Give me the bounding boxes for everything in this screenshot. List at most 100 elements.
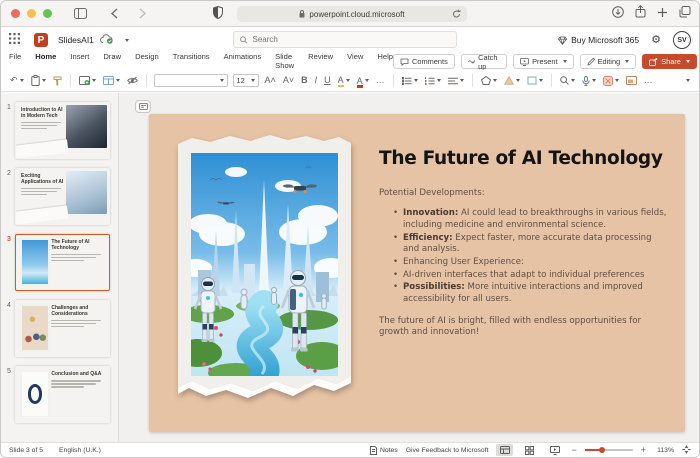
ribbon-overflow-button[interactable]: … xyxy=(643,73,654,89)
slide-thumbnail-4[interactable]: 4 Challenges and Considerations xyxy=(1,300,118,357)
hide-slide-button[interactable] xyxy=(126,73,139,89)
fit-to-window-icon[interactable] xyxy=(682,444,691,456)
bold-button[interactable]: B xyxy=(300,73,309,89)
title-dropdown-icon[interactable] xyxy=(124,38,129,42)
thumbnail-number: 2 xyxy=(7,170,11,177)
minimize-window-button[interactable] xyxy=(27,9,36,18)
slide-thumbnail-panel: 1 Introduction to AI in Modern Tech 2 Ex… xyxy=(1,93,119,442)
text-highlight-button[interactable]: A xyxy=(337,73,351,89)
slide-title[interactable]: The Future of AI Technology xyxy=(379,148,679,169)
slide-bullet-item: • Efficiency: Expect faster, more accura… xyxy=(393,232,652,254)
bullet-marker: • xyxy=(393,269,399,280)
share-button[interactable]: Share xyxy=(642,54,697,69)
address-bar[interactable]: powerpoint.cloud.microsoft xyxy=(237,6,467,22)
search-box[interactable] xyxy=(233,31,457,48)
present-button[interactable]: Present xyxy=(513,54,574,69)
autosave-cloud-icon[interactable] xyxy=(99,31,113,49)
present-dropdown-icon[interactable] xyxy=(562,60,567,63)
current-slide[interactable]: The Future of AI Technology Potential De… xyxy=(149,114,685,432)
layout-button[interactable] xyxy=(102,73,121,89)
slide-thumbnail-1[interactable]: 1 Introduction to AI in Modern Tech xyxy=(1,102,118,159)
reload-icon[interactable] xyxy=(452,9,462,21)
privacy-shield-icon[interactable] xyxy=(213,5,223,24)
settings-gear-icon[interactable]: ⚙ xyxy=(651,34,661,46)
zoom-out-button[interactable]: − xyxy=(571,445,576,455)
slide-thumbnail-3[interactable]: 3 The Future of AI Technology xyxy=(1,234,118,291)
share-page-icon[interactable] xyxy=(635,4,646,23)
zoom-level-label[interactable]: 113% xyxy=(654,447,674,454)
pencil-icon xyxy=(586,57,595,66)
thumbnail-title: The Future of AI Technology xyxy=(51,239,90,251)
close-window-button[interactable] xyxy=(11,9,20,18)
designer-button[interactable] xyxy=(602,73,620,89)
thumbnail-number: 4 xyxy=(7,302,11,309)
thumbnail-image xyxy=(66,171,107,214)
language-label[interactable]: English (U.K.) xyxy=(59,447,101,454)
normal-view-button[interactable] xyxy=(496,444,514,456)
shape-fill-button[interactable] xyxy=(503,73,521,89)
underline-button[interactable]: U xyxy=(323,73,332,89)
shape-outline-button[interactable] xyxy=(526,73,544,89)
shapes-button[interactable] xyxy=(480,73,498,89)
slideshow-view-button[interactable] xyxy=(546,444,563,456)
back-button[interactable] xyxy=(104,5,124,23)
bullet-marker: • xyxy=(393,232,399,243)
notes-button[interactable]: Notes xyxy=(369,445,398,455)
grow-font-button[interactable]: A˄ xyxy=(264,73,277,89)
tab-overview-icon[interactable] xyxy=(679,5,691,23)
window-controls[interactable] xyxy=(11,9,52,18)
editing-mode-button[interactable]: Editing xyxy=(579,54,637,69)
forward-button[interactable] xyxy=(132,5,152,23)
font-color-button[interactable]: A xyxy=(356,73,370,89)
notes-icon xyxy=(369,445,377,455)
lock-icon xyxy=(299,10,305,18)
new-tab-icon[interactable] xyxy=(657,5,668,23)
slide-thumbnail-5[interactable]: 5 Conclusion and Q&A xyxy=(1,366,118,423)
collapse-ribbon-button[interactable] xyxy=(685,73,691,89)
font-name-select[interactable] xyxy=(153,74,228,87)
comments-button[interactable]: Comments xyxy=(393,54,455,69)
powerpoint-logo[interactable]: P xyxy=(34,33,48,47)
downloads-icon[interactable] xyxy=(612,5,624,23)
undo-button[interactable]: ↶ xyxy=(9,73,25,89)
catch-up-icon xyxy=(467,59,475,64)
document-title[interactable]: SlidesAI1 xyxy=(58,35,94,45)
app-launcher-icon[interactable] xyxy=(9,31,20,49)
more-font-options-button[interactable]: … xyxy=(375,73,386,89)
buy-microsoft-365-button[interactable]: Buy Microsoft 365 xyxy=(558,35,639,45)
account-avatar[interactable]: SV xyxy=(673,31,691,49)
share-dropdown-icon[interactable] xyxy=(685,60,690,63)
numbered-list-button[interactable] xyxy=(424,73,442,89)
new-slide-button[interactable] xyxy=(78,73,97,89)
italic-button[interactable]: I xyxy=(314,73,319,89)
dictate-button[interactable] xyxy=(581,73,597,89)
thumbnail-number: 5 xyxy=(7,368,11,375)
zoom-in-button[interactable]: + xyxy=(641,445,646,455)
thumbnail-title: Conclusion and Q&A xyxy=(51,371,102,377)
format-painter-button[interactable] xyxy=(52,73,63,89)
catch-up-button[interactable]: Catch up xyxy=(460,53,508,71)
slide-body-text[interactable]: Potential Developments: • Innovation: AI… xyxy=(379,188,667,339)
font-size-select[interactable]: 12 xyxy=(232,74,259,87)
find-button[interactable] xyxy=(559,73,576,89)
paste-button[interactable] xyxy=(30,73,47,89)
search-input[interactable] xyxy=(252,35,450,44)
menubar-actions: Comments Catch up Present Editing Share xyxy=(393,53,697,71)
zoom-window-button[interactable] xyxy=(43,9,52,18)
bullet-marker: • xyxy=(393,256,399,267)
feedback-link[interactable]: Give Feedback to Microsoft xyxy=(406,447,489,454)
bullet-list-button[interactable] xyxy=(401,73,419,89)
zoom-slider[interactable] xyxy=(584,446,633,454)
align-text-button[interactable] xyxy=(447,73,465,89)
panel-button[interactable] xyxy=(625,73,638,89)
slide-sorter-view-button[interactable] xyxy=(521,444,538,456)
editing-dropdown-icon[interactable] xyxy=(625,60,630,63)
sidebar-toggle-icon[interactable] xyxy=(70,5,90,23)
slide-thumbnail-2[interactable]: 2 Exciting Applications of AI xyxy=(1,168,118,225)
canvas-panel-toggle-icon[interactable] xyxy=(135,100,151,113)
shrink-font-button[interactable]: A˅ xyxy=(282,73,295,89)
zoom-slider-handle[interactable] xyxy=(598,446,606,454)
thumbnail-title: Introduction to AI in Modern Tech xyxy=(21,107,63,119)
slide-image-frame[interactable] xyxy=(176,128,353,401)
statusbar-left: Slide 3 of 5 English (U.K.) xyxy=(9,447,101,454)
